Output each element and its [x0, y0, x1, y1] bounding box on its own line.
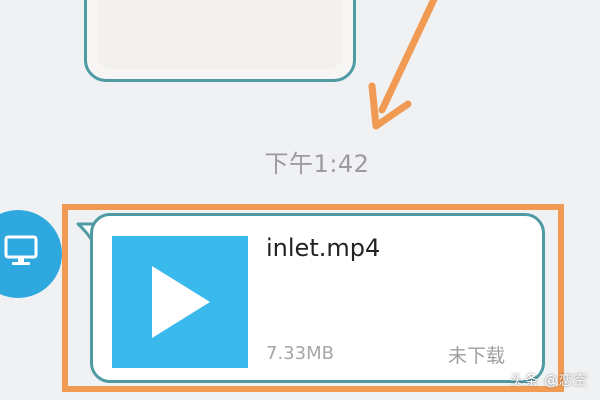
- annotation-arrow: [368, 0, 438, 130]
- watermark: 头条 @恋空: [510, 373, 588, 389]
- chat-screen: 下午1:42 inlet.mp4 7.33MB 未下载 头条 @恋空: [0, 0, 600, 400]
